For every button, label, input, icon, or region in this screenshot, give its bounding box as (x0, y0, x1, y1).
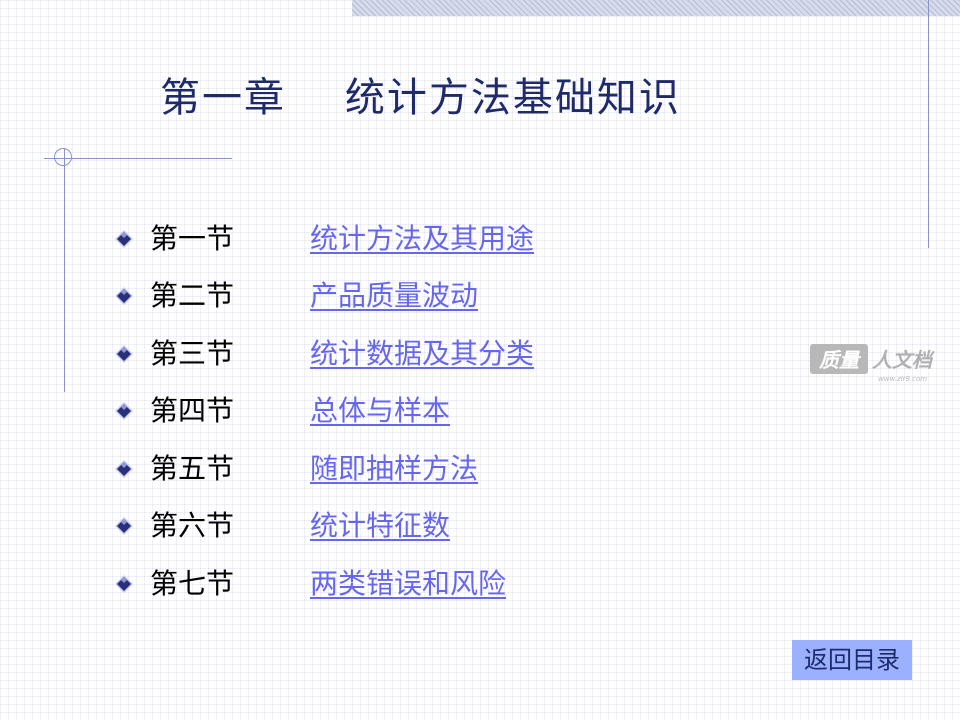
diamond-bullet-icon (114, 229, 134, 249)
section-link[interactable]: 产品质量波动 (310, 276, 478, 316)
diamond-bullet-icon (114, 459, 134, 479)
section-link[interactable]: 统计数据及其分类 (310, 334, 534, 374)
section-number: 第三节 (150, 336, 235, 370)
top-decor-band (352, 0, 960, 16)
section-number: 第五节 (150, 451, 235, 485)
section-number: 第一节 (150, 221, 235, 255)
svg-text:质量: 质量 (818, 348, 862, 372)
svg-text:人文档: 人文档 (872, 348, 935, 372)
diamond-bullet-icon (114, 401, 134, 421)
diamond-bullet-icon (114, 286, 134, 306)
section-number: 第四节 (150, 394, 235, 428)
section-link[interactable]: 统计特征数 (310, 506, 450, 546)
title-underline-decor (44, 158, 232, 159)
section-number: 第二节 (150, 279, 235, 313)
section-item-2: 第二节 产品质量波动 (114, 268, 534, 326)
watermark-logo: 质量 人文档 www.zlr9.com (808, 340, 952, 384)
page-title: 第一章 统计方法基础知识 (160, 75, 681, 121)
section-list: 第一节 统计方法及其用途 第二节 产品质量波动 第三节 统计数据及其分类 第四节… (114, 210, 534, 613)
section-number: 第七节 (150, 566, 235, 600)
section-item-4: 第四节 总体与样本 (114, 383, 534, 441)
svg-text:www.zlr9.com: www.zlr9.com (878, 375, 927, 383)
section-link[interactable]: 总体与样本 (310, 391, 450, 431)
left-decor-line (64, 148, 65, 392)
back-to-contents-button[interactable]: 返回目录 (792, 640, 912, 680)
diamond-bullet-icon (114, 516, 134, 536)
section-link[interactable]: 统计方法及其用途 (310, 219, 534, 259)
section-item-5: 第五节 随即抽样方法 (114, 440, 534, 498)
right-decor-line (928, 0, 929, 248)
diamond-bullet-icon (114, 574, 134, 594)
section-number: 第六节 (150, 509, 235, 543)
section-link[interactable]: 两类错误和风险 (310, 564, 506, 604)
section-item-1: 第一节 统计方法及其用途 (114, 210, 534, 268)
section-item-6: 第六节 统计特征数 (114, 498, 534, 556)
section-link[interactable]: 随即抽样方法 (310, 449, 478, 489)
section-item-7: 第七节 两类错误和风险 (114, 555, 534, 613)
section-item-3: 第三节 统计数据及其分类 (114, 325, 534, 383)
crosshair-decor (54, 148, 72, 166)
diamond-bullet-icon (114, 344, 134, 364)
